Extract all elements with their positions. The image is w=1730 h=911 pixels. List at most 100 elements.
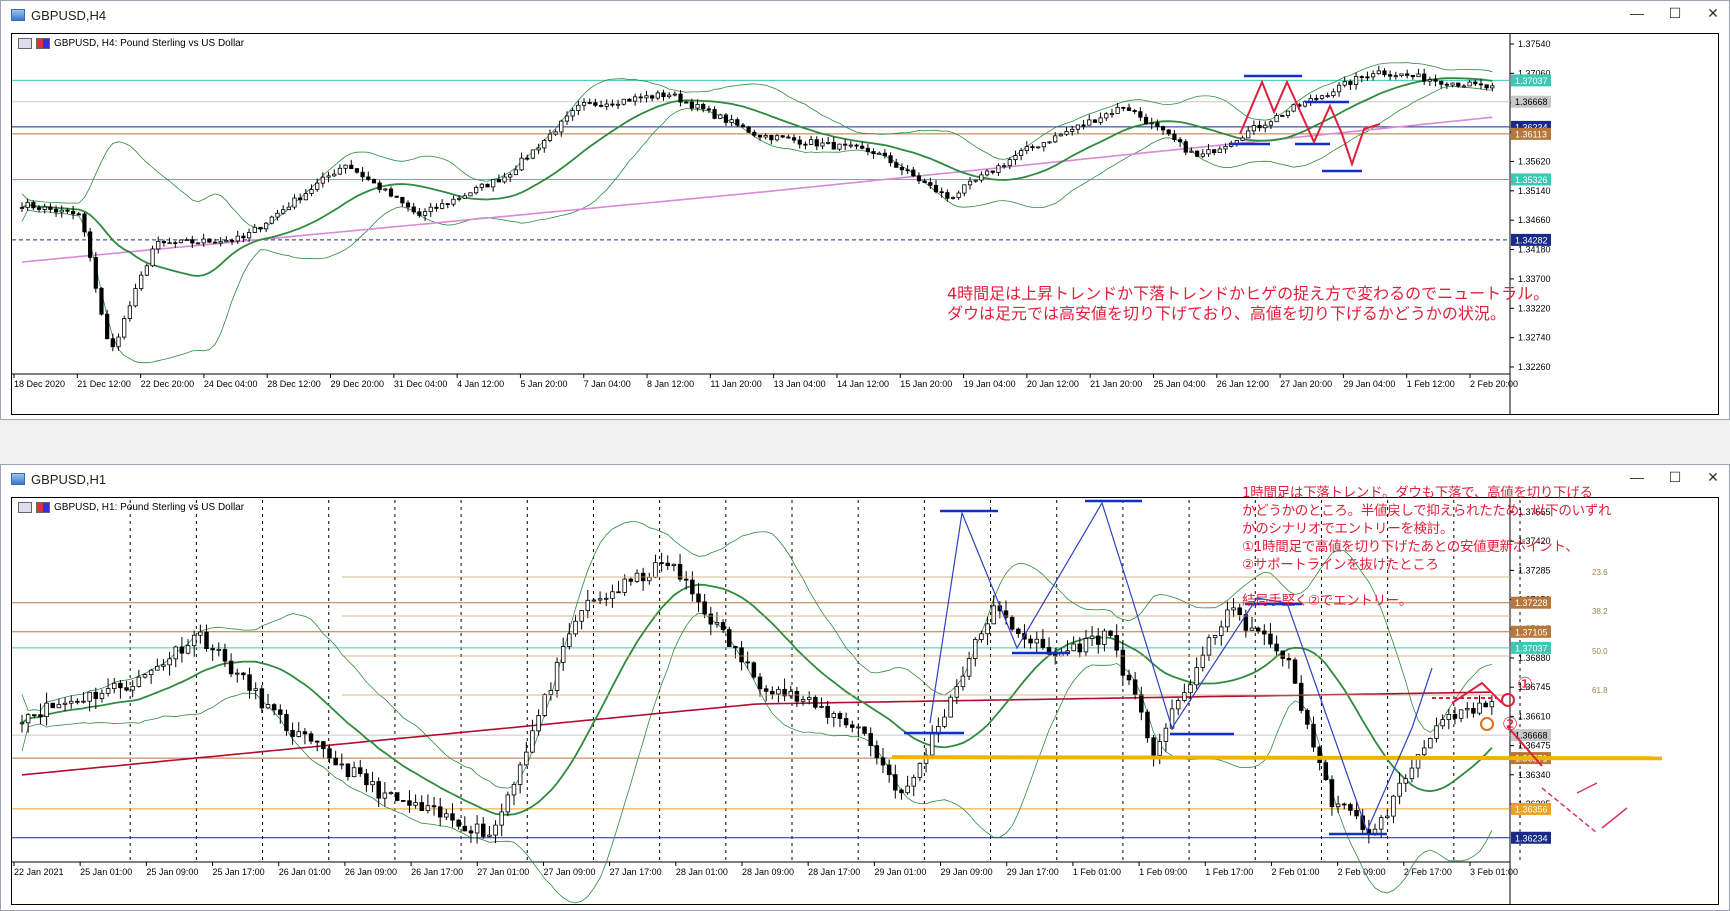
candle-body [1421,747,1427,756]
candle-body [394,195,399,198]
candle-body [610,103,615,106]
window-titlebar[interactable]: GBPUSD,H4 — ☐ ✕ [1,1,1729,29]
candle-body [1126,107,1132,111]
candle-body [474,186,479,194]
candle-body [235,672,240,675]
candle-body [93,691,99,699]
candle-body [1458,709,1464,719]
candle-body [457,197,462,200]
candle-body [1255,627,1261,632]
one-click-trading-icon[interactable] [18,502,32,513]
candle-body [848,144,853,147]
candle-body [116,336,121,348]
y-tick-label: 1.32260 [1518,362,1551,372]
candle-body [647,576,652,582]
candle-body [690,579,695,595]
analysis-note: 4時間足は上昇トレンドか下落トレンドかヒゲの捉え方で変わるのでニュートラル。 ダ… [947,284,1550,323]
x-tick-label: 2 Feb 09:00 [1338,867,1386,877]
candle-body [112,682,117,689]
candle-body [554,661,560,691]
candle-body [53,209,59,213]
maximize-button[interactable]: ☐ [1667,5,1683,22]
candle-body [1070,128,1075,132]
candle-body [650,95,655,99]
minimize-button[interactable]: — [1629,469,1645,486]
candle-body [1087,119,1092,126]
support-line [891,755,1663,761]
candle-body [42,206,47,210]
x-tick-label: 20 Jan 12:00 [1027,379,1079,389]
candle-body [407,800,412,806]
candle-body [185,645,191,654]
chart-area[interactable]: 1.375551.374201.372851.371501.370151.368… [11,485,1719,905]
candle-body [542,694,547,716]
long-moving-average [21,691,1492,776]
candle-body [1298,682,1304,711]
candle-body [298,197,303,201]
candle-body [837,713,843,719]
candle-body [573,620,578,635]
candle-body [1219,626,1224,636]
candle-body [665,562,670,566]
candle-body [819,705,824,708]
x-tick-label: 28 Jan 01:00 [676,867,728,877]
candle-body [1336,84,1342,93]
candle-body [770,690,775,695]
candle-body [173,242,178,245]
candle-body [1263,124,1268,129]
candle-body [1163,727,1169,742]
candle-body [481,823,486,837]
scenario-arrow [1601,807,1628,829]
candle-body [308,733,314,742]
candle-body [1471,707,1476,714]
candle-body [701,103,706,110]
candle-body [68,700,74,704]
candle-body [493,824,498,836]
x-tick-label: 28 Jan 09:00 [742,867,794,877]
candle-body [1223,145,1228,150]
candle-body [1040,638,1046,648]
candle-body [1081,124,1086,127]
y-tick-label: 1.35620 [1518,156,1551,166]
candle-body [911,169,916,177]
x-tick-label: 21 Dec 12:00 [77,379,131,389]
y-tick-label: 1.36880 [1518,653,1551,663]
candle-body [292,197,297,208]
candle-body [1478,83,1484,86]
price-chart[interactable]: 1.375401.370601.365801.360801.356201.351… [12,34,1720,414]
close-button[interactable]: ✕ [1705,5,1721,22]
candle-body [1365,76,1370,79]
x-tick-label: 27 Jan 20:00 [1280,379,1332,389]
candle-body [258,226,263,230]
candle-body [496,178,501,183]
candle-body [1409,767,1415,780]
candle-body [763,135,768,138]
candle-body [474,823,480,834]
candle-body [825,705,830,718]
candle-body [1007,159,1012,167]
candle-body [431,805,437,808]
candle-body [360,171,365,178]
candle-body [536,715,541,732]
price-tag-label: 1.35326 [1515,175,1548,185]
candle-body [1231,607,1236,611]
candle-body [644,95,649,99]
candle-body [1212,149,1217,154]
candle-body [198,631,203,636]
maximize-button[interactable]: ☐ [1667,469,1683,486]
candle-body [1121,106,1126,109]
close-button[interactable]: ✕ [1705,469,1721,486]
candle-body [695,103,700,109]
candle-body [36,207,42,210]
candle-body [1013,155,1018,160]
candle-body [505,794,511,813]
candle-body [1353,76,1359,85]
minimize-button[interactable]: — [1629,5,1645,22]
candle-body [708,613,714,625]
chart-area[interactable]: 1.375401.370601.365801.360801.356201.351… [11,33,1719,415]
candle-body [1237,607,1242,615]
candle-body [428,206,433,212]
one-click-trading-icon[interactable] [18,38,32,49]
candle-body [413,802,418,806]
candle-body [530,149,536,159]
